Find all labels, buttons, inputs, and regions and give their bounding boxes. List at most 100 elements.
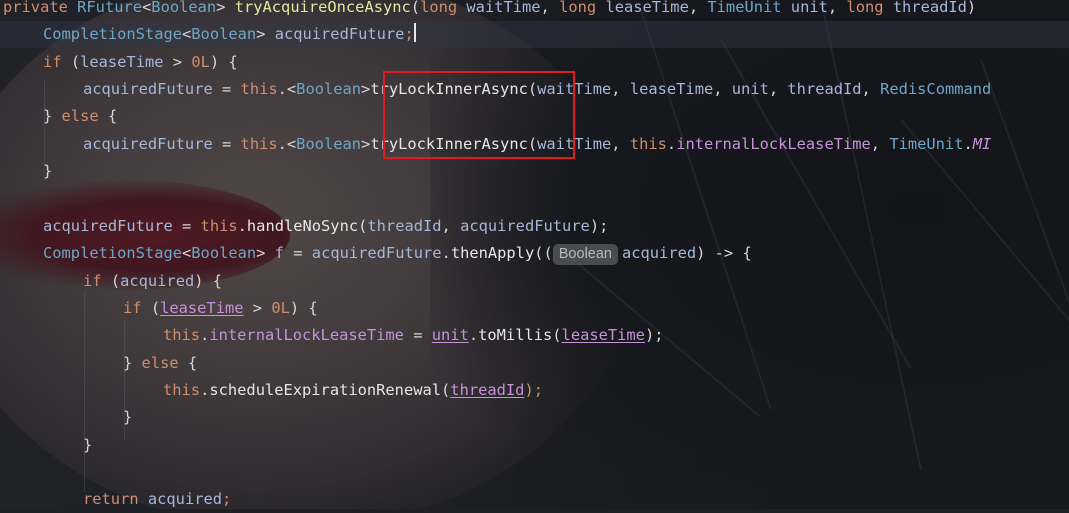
code-line[interactable]: CompletionStage<Boolean> acquiredFuture; xyxy=(0,21,1069,49)
code-line[interactable]: if (leaseTime > 0L) { xyxy=(0,49,238,76)
code-token: .< xyxy=(277,134,297,153)
code-token: ( xyxy=(410,0,421,16)
code-line[interactable]: } else { xyxy=(0,103,117,130)
code-token: CompletionStage xyxy=(43,244,182,263)
code-token: , xyxy=(827,0,847,16)
code-token: , xyxy=(611,134,630,153)
code-token: acquiredFuture xyxy=(311,244,442,263)
code-token: ( xyxy=(441,380,451,399)
code-token: if xyxy=(43,52,71,71)
code-token: } xyxy=(83,435,93,454)
code-line[interactable] xyxy=(0,185,3,212)
code-token: , xyxy=(713,80,732,99)
code-line[interactable]: this.internalLockLeaseTime = unit.toMill… xyxy=(0,322,664,349)
code-line[interactable]: if (acquired) { xyxy=(0,268,222,295)
code-token: long xyxy=(420,0,467,16)
code-token: { xyxy=(107,107,118,126)
code-token: Boolean xyxy=(191,244,257,263)
code-token: = xyxy=(403,326,432,345)
code-line[interactable]: private RFuture<Boolean> tryAcquireOnceA… xyxy=(0,0,976,21)
code-token: Boolean xyxy=(191,25,257,44)
code-line[interactable]: this.scheduleExpirationRenewal(threadId)… xyxy=(0,377,543,404)
code-token: ) xyxy=(966,0,977,16)
code-token: } xyxy=(123,408,133,427)
code-token: , xyxy=(870,134,890,153)
code-token: ); xyxy=(589,216,609,235)
code-token: , xyxy=(688,0,708,16)
code-token: handleNoSync xyxy=(246,216,359,235)
code-token: . xyxy=(963,134,973,153)
code-token: ) { xyxy=(289,298,318,317)
code-token: ) { xyxy=(194,271,223,290)
code-token: MI xyxy=(972,134,992,153)
code-line[interactable]: } xyxy=(0,432,92,459)
code-token: , xyxy=(768,80,788,99)
code-token: long xyxy=(846,0,893,16)
code-token: > xyxy=(256,25,275,44)
code-token: private xyxy=(3,0,78,16)
code-line[interactable]: CompletionStage<Boolean> f = acquiredFut… xyxy=(0,240,752,267)
code-line[interactable]: } xyxy=(0,158,52,185)
code-token: ); xyxy=(524,380,543,399)
code-token: return xyxy=(83,490,148,509)
code-token: internalLockLeaseTime xyxy=(209,326,404,345)
code-token: acquired xyxy=(621,244,697,263)
code-token: = xyxy=(283,244,312,263)
code-token: Boolean xyxy=(296,80,362,99)
code-token: this xyxy=(163,326,201,345)
code-token: threadId xyxy=(892,0,967,16)
code-token: TimeUnit xyxy=(889,134,964,153)
code-token: } xyxy=(123,353,142,372)
code-token: internalLockLeaseTime xyxy=(676,134,871,153)
code-token: scheduleExpirationRenewal xyxy=(209,380,442,399)
code-line[interactable]: } else { xyxy=(0,350,197,377)
code-token: > xyxy=(361,134,371,153)
code-token: 0L xyxy=(191,52,210,71)
code-line[interactable] xyxy=(0,459,3,486)
code-token: , xyxy=(441,216,461,235)
text-caret xyxy=(413,23,416,43)
code-token: ); xyxy=(644,326,664,345)
code-token: . xyxy=(666,134,677,153)
code-token: = xyxy=(212,134,241,153)
code-token: TimeUnit xyxy=(707,0,791,16)
code-token: ) -> { xyxy=(696,244,752,263)
code-token: acquired xyxy=(147,490,223,509)
code-token: this xyxy=(163,380,201,399)
code-token: , xyxy=(611,80,630,99)
code-token: leaseTime xyxy=(605,0,689,16)
code-token: > xyxy=(361,80,371,99)
code-token: this xyxy=(629,134,667,153)
code-token: ( xyxy=(110,271,121,290)
code-token: ) { xyxy=(209,52,238,71)
code-line[interactable]: } xyxy=(0,404,132,431)
code-token: > xyxy=(163,52,192,71)
code-token: acquired xyxy=(120,271,195,290)
code-token: .< xyxy=(277,80,297,99)
code-token: > xyxy=(216,0,235,16)
code-token: , xyxy=(861,80,881,99)
code-token: thenApply xyxy=(450,244,535,263)
code-token: ( xyxy=(150,298,161,317)
code-token: < xyxy=(142,0,152,16)
code-line[interactable]: acquiredFuture = this.handleNoSync(threa… xyxy=(0,213,608,240)
code-token: if xyxy=(123,298,151,317)
code-token: acquiredFuture xyxy=(460,216,590,235)
code-token: < xyxy=(182,244,192,263)
code-token: . xyxy=(200,326,210,345)
code-token: CompletionStage xyxy=(43,25,182,44)
code-token: leaseTime xyxy=(160,298,244,317)
code-token: unit xyxy=(790,0,828,16)
code-token: threadId xyxy=(787,80,862,99)
code-token: , xyxy=(540,0,560,16)
code-line[interactable]: if (leaseTime > 0L) { xyxy=(0,295,318,322)
code-token: unit xyxy=(731,80,769,99)
code-token: . xyxy=(441,244,451,263)
code-token: < xyxy=(182,25,192,44)
code-token: . xyxy=(237,216,247,235)
code-token: if xyxy=(83,271,111,290)
code-token: waitTime xyxy=(466,0,541,16)
code-token: leaseTime xyxy=(80,52,164,71)
code-token: Boolean xyxy=(296,134,362,153)
code-token: } xyxy=(43,162,53,181)
